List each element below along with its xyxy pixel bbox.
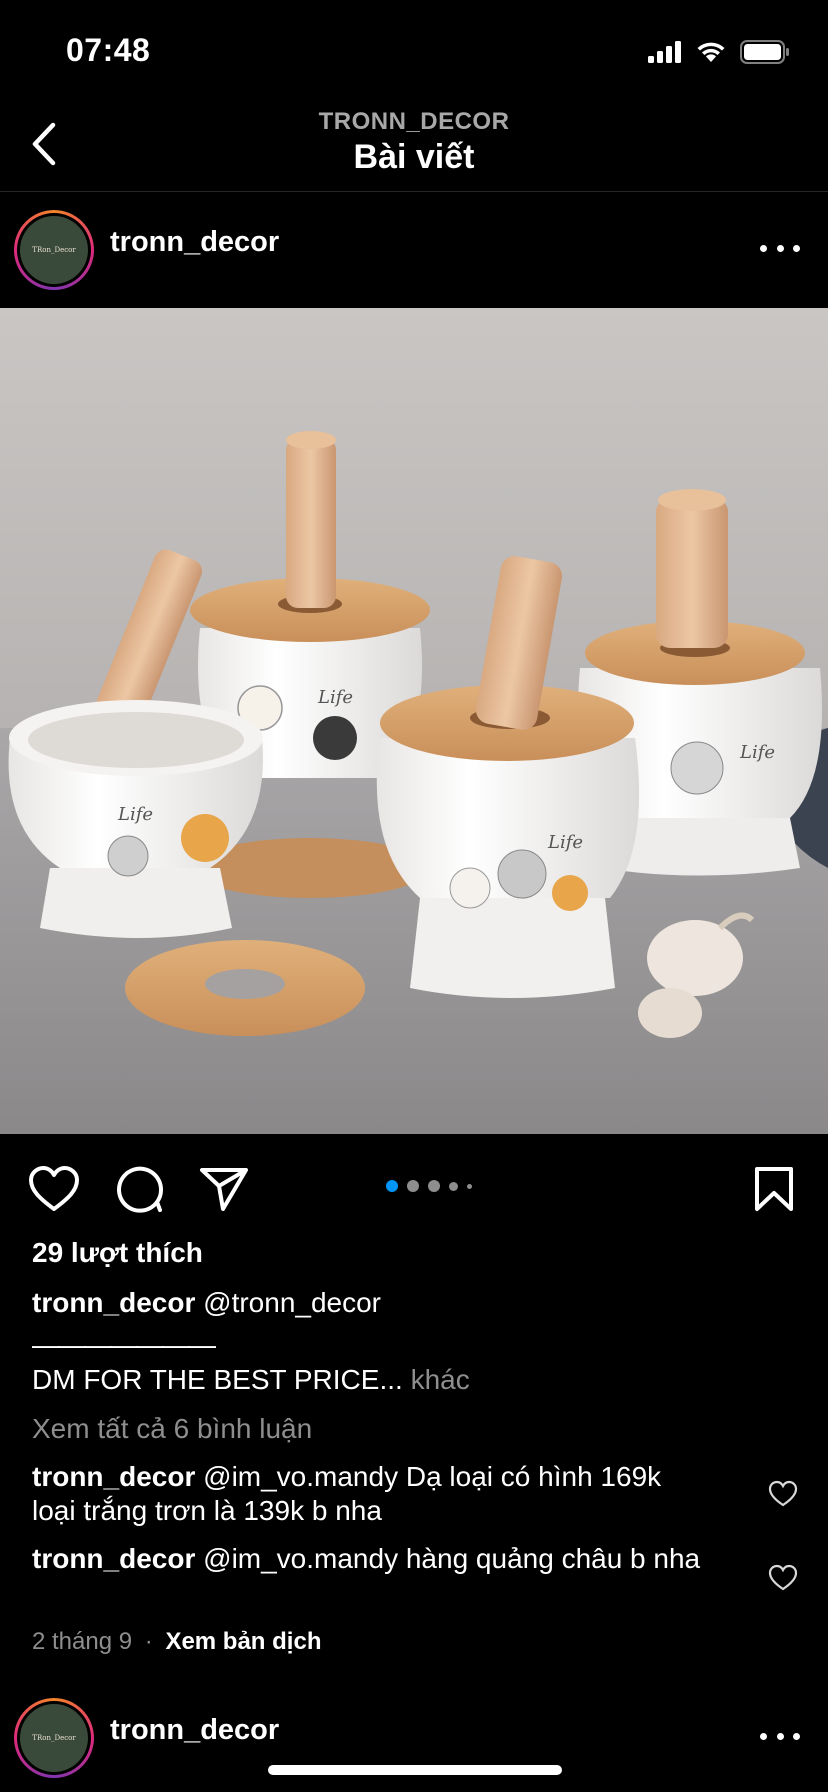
- comment-like-icon[interactable]: [768, 1564, 798, 1592]
- comment-button[interactable]: [114, 1164, 166, 1214]
- likes-count[interactable]: 29 lượt thích: [32, 1236, 796, 1270]
- comment-text: @im_vo.mandy hàng quảng châu b nha: [203, 1543, 701, 1574]
- nav-title: Bài viết: [353, 138, 475, 176]
- translate-link[interactable]: Xem bản dịch: [165, 1628, 321, 1655]
- action-row: [0, 1158, 828, 1216]
- carousel-dot: [467, 1183, 472, 1189]
- heart-icon: [29, 1166, 79, 1211]
- view-all-comments-link[interactable]: Xem tất cả 6 bình luận: [32, 1412, 796, 1446]
- status-time: 07:48: [66, 32, 151, 68]
- status-bar: 07:48: [0, 0, 828, 100]
- date-separator: ·: [144, 1628, 153, 1655]
- nav-subtitle: TRONN_DECOR: [318, 108, 510, 135]
- nav-header: TRONN_DECOR Bài viết: [0, 100, 828, 192]
- more-icon: [760, 1732, 767, 1740]
- carousel-dot: [428, 1180, 440, 1192]
- next-post-header: TRon_Decor tronn_decor: [0, 1680, 828, 1792]
- bookmark-icon: [755, 1167, 793, 1211]
- share-icon: [200, 1168, 248, 1211]
- like-button[interactable]: [28, 1164, 80, 1214]
- product-photo: Life Life Life Life: [0, 308, 828, 1134]
- caption-more-link[interactable]: khác: [411, 1364, 470, 1395]
- svg-text:Life: Life: [739, 742, 775, 763]
- wifi-icon: [697, 42, 725, 62]
- caption-line: tronn_decor @tronn_decor: [32, 1286, 796, 1320]
- status-icons: [648, 38, 790, 66]
- comment-item: tronn_decor @im_vo.mandy hàng quảng châu…: [32, 1542, 708, 1576]
- post-username[interactable]: tronn_decor: [110, 1714, 279, 1747]
- caption-text-line: DM FOR THE BEST PRICE... khác: [32, 1363, 796, 1397]
- caption-username[interactable]: tronn_decor: [32, 1287, 195, 1318]
- battery-icon: [740, 40, 789, 64]
- signal-icon: [648, 41, 681, 63]
- save-button[interactable]: [748, 1164, 800, 1214]
- carousel-dots: [386, 1180, 472, 1192]
- comment-like-icon[interactable]: [768, 1480, 798, 1508]
- carousel-dot: [386, 1180, 398, 1192]
- avatar[interactable]: TRon_Decor: [14, 210, 94, 290]
- more-icon: [760, 244, 767, 252]
- post-photo[interactable]: Life Life Life Life: [0, 308, 828, 1134]
- post-date: 2 tháng 9: [32, 1628, 133, 1655]
- svg-text:Life: Life: [547, 832, 583, 853]
- post-date-row: 2 tháng 9 · Xem bản dịch: [32, 1625, 796, 1659]
- share-button[interactable]: [198, 1164, 250, 1214]
- svg-text:Life: Life: [317, 687, 353, 708]
- more-options-button[interactable]: [760, 238, 800, 258]
- home-indicator: [268, 1765, 562, 1775]
- avatar[interactable]: TRon_Decor: [14, 1698, 94, 1778]
- comment-username[interactable]: tronn_decor: [32, 1543, 195, 1574]
- svg-text:Life: Life: [117, 804, 153, 825]
- carousel-dot: [407, 1180, 419, 1192]
- comment-item: tronn_decor @im_vo.mandy Dạ loại có hình…: [32, 1460, 708, 1528]
- carousel-dot: [449, 1181, 458, 1191]
- comment-username[interactable]: tronn_decor: [32, 1461, 195, 1492]
- comment-icon: [117, 1166, 164, 1213]
- avatar-text: TRon_Decor: [32, 1734, 76, 1742]
- post-header: TRon_Decor tronn_decor: [0, 192, 828, 308]
- post-username[interactable]: tronn_decor: [110, 226, 279, 259]
- caption-rule: ———————: [32, 1329, 216, 1360]
- more-options-button[interactable]: [760, 1726, 800, 1746]
- caption-text: DM FOR THE BEST PRICE...: [32, 1364, 403, 1395]
- avatar-text: TRon_Decor: [32, 246, 76, 254]
- caption-mention[interactable]: @tronn_decor: [203, 1287, 381, 1318]
